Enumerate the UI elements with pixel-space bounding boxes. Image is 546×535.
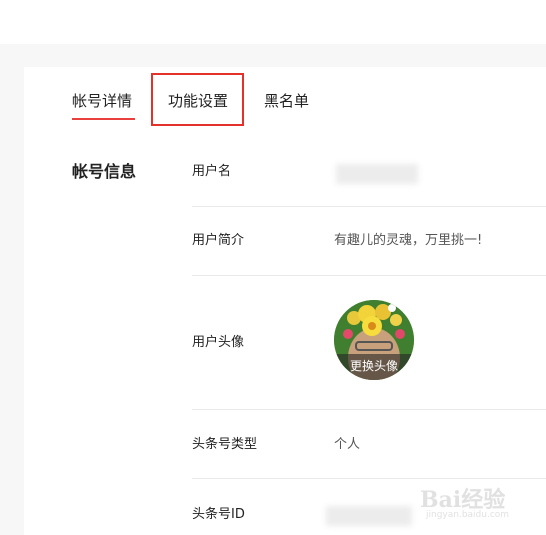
top-bar — [0, 0, 546, 44]
divider — [192, 275, 546, 276]
divider — [192, 478, 546, 479]
active-tab-indicator — [72, 118, 135, 120]
account-type-label: 头条号类型 — [192, 437, 258, 452]
settings-panel — [24, 67, 546, 535]
bio-label: 用户简介 — [192, 233, 245, 248]
baidu-watermark: Bai经验 jingyan.baidu.com — [418, 482, 536, 528]
change-avatar-button[interactable]: 更换头像 — [334, 354, 414, 380]
account-id-value-redacted — [326, 506, 412, 526]
annotation-highlight-box — [151, 73, 244, 126]
account-type-value: 个人 — [334, 437, 361, 452]
username-value-redacted — [336, 164, 418, 184]
bio-value: 有趣儿的灵魂，万里挑一! — [334, 233, 483, 248]
watermark-url: jingyan.baidu.com — [426, 510, 510, 520]
section-title-account-info: 帐号信息 — [72, 162, 137, 181]
avatar-label: 用户头像 — [192, 335, 245, 350]
avatar[interactable]: 更换头像 — [334, 300, 414, 380]
tab-blacklist[interactable]: 黑名单 — [264, 90, 309, 112]
account-id-label: 头条号ID — [192, 507, 245, 522]
divider — [192, 206, 546, 207]
username-label: 用户名 — [192, 164, 232, 179]
tab-account-details[interactable]: 帐号详情 — [72, 90, 132, 112]
divider — [192, 409, 546, 410]
